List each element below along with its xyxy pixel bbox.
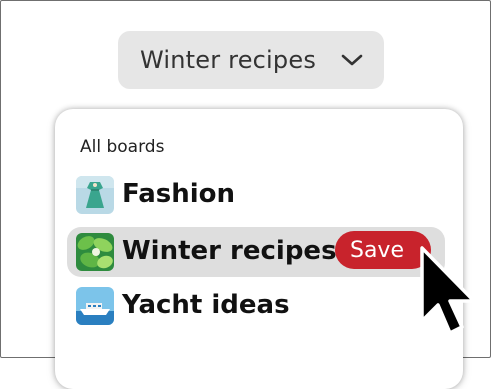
- greens-thumbnail-icon: [76, 233, 114, 271]
- board-selector[interactable]: Winter recipes: [118, 31, 384, 89]
- board-item-winter-recipes[interactable]: Winter recipes Save: [67, 227, 445, 277]
- section-title-all-boards: All boards: [80, 137, 165, 157]
- yacht-thumbnail-icon: [76, 287, 114, 325]
- mouse-pointer-icon: [420, 246, 476, 335]
- board-item-label: Yacht ideas: [122, 290, 290, 320]
- board-selector-label: Winter recipes: [140, 46, 317, 74]
- chevron-down-icon: [341, 54, 363, 66]
- board-item-label: Fashion: [122, 179, 236, 209]
- board-item-fashion[interactable]: Fashion: [67, 170, 445, 220]
- board-item-yacht-ideas[interactable]: Yacht ideas: [67, 281, 445, 331]
- save-button[interactable]: Save: [335, 231, 431, 269]
- dress-thumbnail-icon: [76, 176, 114, 214]
- board-item-label: Winter recipes: [122, 236, 337, 266]
